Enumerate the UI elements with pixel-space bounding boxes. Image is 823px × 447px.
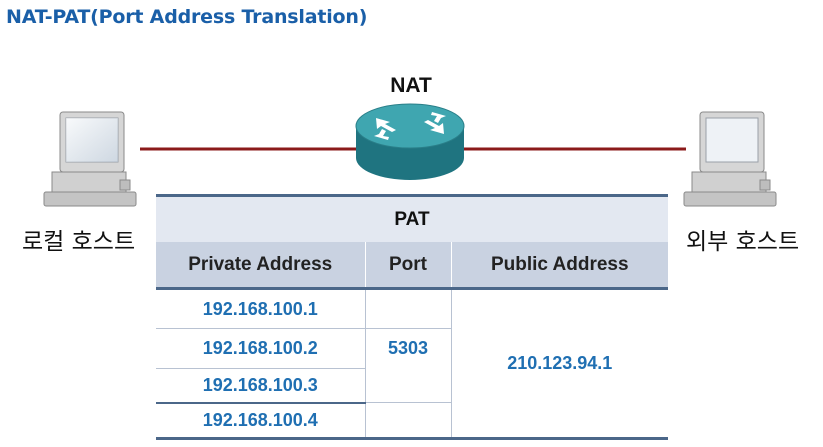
header-port: Port — [364, 242, 452, 290]
port-cell-empty — [364, 288, 451, 329]
remote-host-computer-icon — [683, 111, 777, 207]
router-icon — [355, 103, 465, 180]
remote-host-label: 외부 호스트 — [686, 229, 800, 255]
header-private-address: Private Address — [156, 242, 365, 290]
local-host-label: 로컬 호스트 — [22, 229, 136, 255]
port-cell-empty — [364, 402, 451, 440]
header-public-address: Public Address — [451, 242, 669, 290]
pat-table: PAT Private Address Port Public Address … — [156, 194, 669, 440]
private-address-cell: 192.168.100.4 — [156, 402, 365, 440]
nat-label: NAT — [390, 74, 432, 97]
private-address-cell: 192.168.100.2 — [156, 328, 365, 369]
private-address-cell: 192.168.100.1 — [156, 288, 365, 329]
local-host-computer-icon — [43, 111, 137, 207]
port-cell: 5303 — [364, 328, 451, 403]
private-address-cell: 192.168.100.3 — [156, 368, 365, 404]
public-address-cell: 210.123.94.1 — [450, 288, 669, 440]
pat-table-title: PAT — [156, 194, 669, 242]
